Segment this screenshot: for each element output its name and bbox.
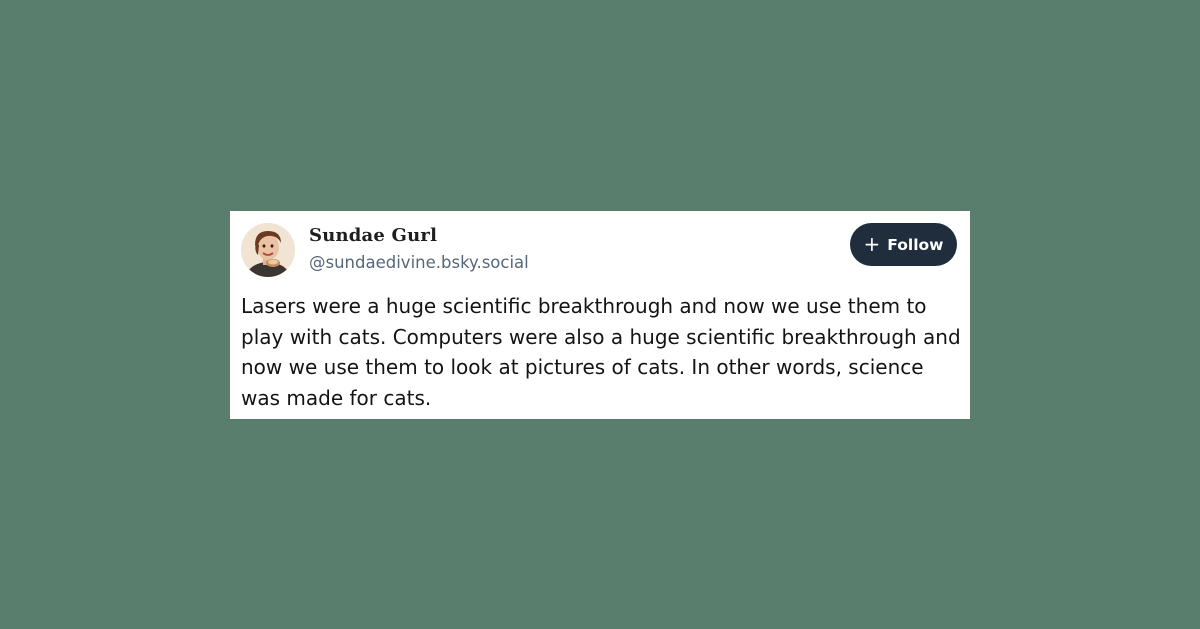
post-card: Sundae Gurl @sundaedivine.bsky.social + … [230,211,970,419]
user-avatar[interactable] [241,223,295,277]
post-text: Lasers were a huge scientific breakthrou… [241,294,961,410]
author-display-name[interactable]: Sundae Gurl [309,225,437,246]
follow-button[interactable]: + Follow [850,223,957,266]
avatar-image [241,223,295,277]
follow-button-label: Follow [887,235,944,254]
author-handle[interactable]: @sundaedivine.bsky.social [309,253,529,272]
plus-icon: + [863,231,881,256]
